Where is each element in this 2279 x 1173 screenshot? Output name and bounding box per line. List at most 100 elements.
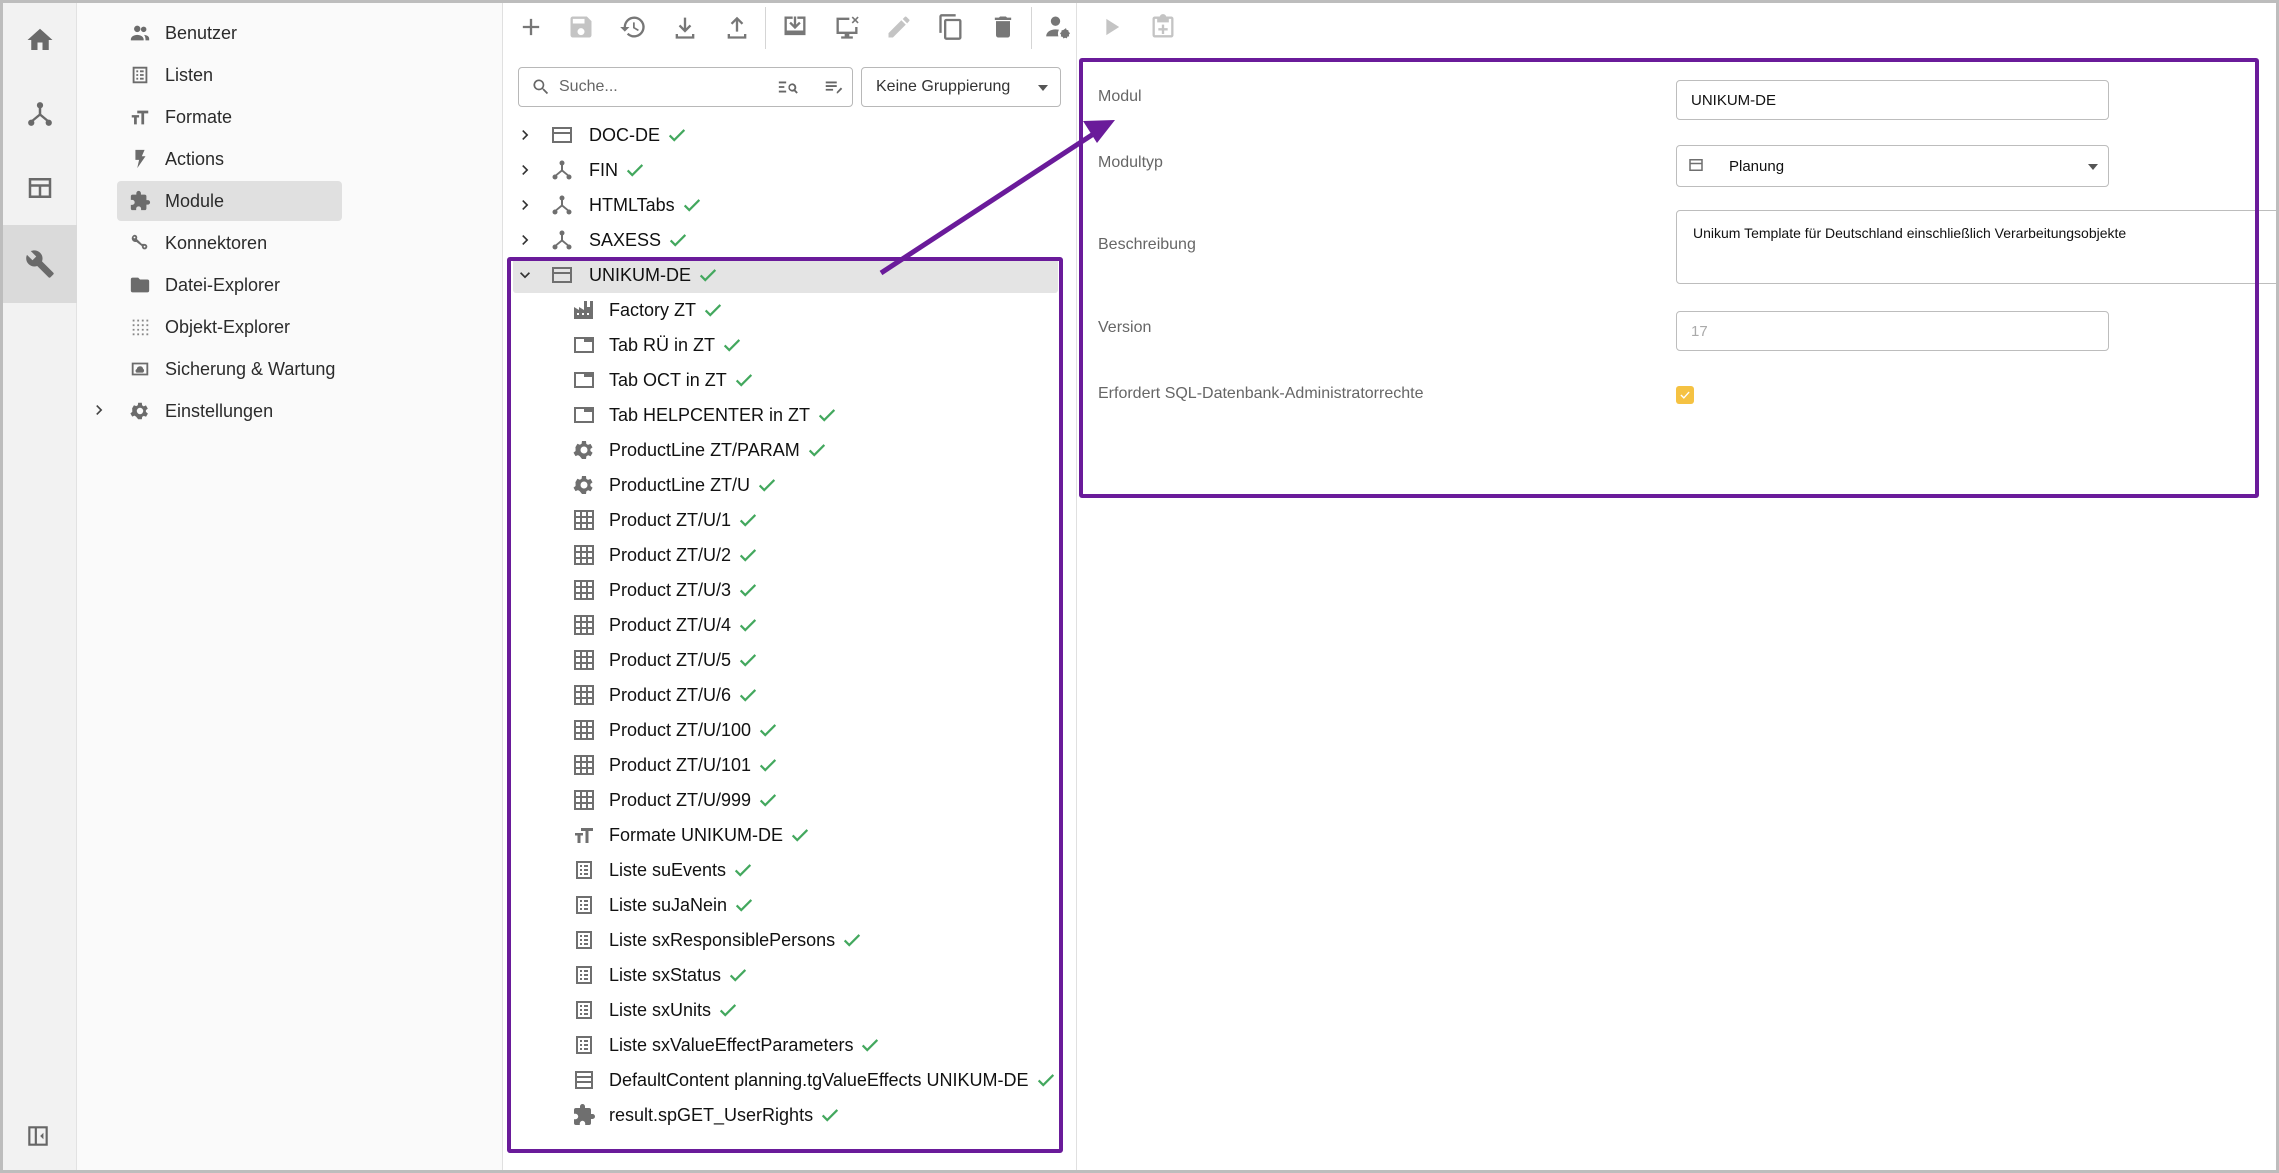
search-icon [531,77,551,97]
hierarchy-icon [28,102,52,126]
hierarchy-button[interactable] [3,77,77,151]
check-icon [666,124,688,146]
upload-icon [727,16,747,39]
grouping-select[interactable]: Keine Gruppierung [861,67,1061,107]
hierarchy-icon [549,192,575,218]
monitor-off-icon [836,16,859,39]
app-rail [3,3,77,1170]
restore-icon [620,16,645,38]
copy-icon [939,14,962,40]
nav-item-label: Einstellungen [165,400,274,421]
collapse-sidebar-icon [28,1126,48,1146]
trash-icon [994,16,1012,38]
add-button[interactable] [511,9,551,45]
nav-item-objekt-explorer[interactable]: Objekt-Explorer [117,307,342,347]
tree-node[interactable]: HTMLTabs [513,188,703,223]
chevron-right-icon[interactable] [513,158,537,182]
import-button[interactable] [665,9,705,45]
admin-button[interactable] [3,225,77,303]
nav-item-label: Datei-Explorer [165,274,281,295]
search-filter-button[interactable] [777,76,801,100]
check-icon [667,229,689,251]
window-icon [549,122,575,148]
nav-item-einstellungen[interactable]: Einstellungen [96,391,342,431]
hierarchy-icon [549,157,575,183]
nav-item-formate[interactable]: Formate [117,97,342,137]
collapse-sidebar-button[interactable] [25,1123,55,1153]
form-highlight-box [1079,58,2259,498]
search-input[interactable] [559,78,759,96]
save-icon [570,16,592,38]
folder-icon [125,270,155,300]
text-format-icon [125,102,155,132]
grouping-value: Keine Gruppierung [876,78,1011,95]
chevron-right-icon[interactable] [513,228,537,252]
delete-button[interactable] [983,9,1023,45]
tree-node[interactable]: FIN [513,153,646,188]
nav-item-listen[interactable]: Listen [117,55,342,95]
edit-list-icon [825,81,843,94]
nav-item-label: Actions [165,148,225,169]
app-window: Benutzer Listen Formate Actions Module Konnek… [0,0,2279,1173]
bolt-icon [125,144,155,174]
search-options-button[interactable] [823,76,847,100]
tree-node[interactable]: SAXESS [513,223,689,258]
hierarchy-icon [549,227,575,253]
window-button[interactable] [3,151,77,225]
tree-highlight-box [507,257,1063,1153]
copy-button[interactable] [931,9,971,45]
nav-item-konnektoren[interactable]: Konnektoren [117,223,342,263]
wrench-icon [26,250,54,278]
pencil-icon [888,16,910,38]
chevron-right-icon[interactable] [513,193,537,217]
run-button[interactable] [1091,9,1131,45]
deploy-button[interactable] [775,9,815,45]
nav-item-label: Listen [165,64,214,85]
nav-item-module[interactable]: Module [117,181,342,221]
export-button[interactable] [717,9,757,45]
restore-button[interactable] [613,9,653,45]
backup-icon [125,354,155,384]
toolbar-separator [765,7,766,49]
home-button[interactable] [3,3,77,77]
chevron-right-icon[interactable] [89,400,109,420]
save-button[interactable] [561,9,601,45]
search-list-icon [778,81,798,94]
nav-item-datei-explorer[interactable]: Datei-Explorer [117,265,342,305]
nav-item-sicherung-wartung[interactable]: Sicherung & Wartung [117,349,342,389]
nav-item-label: Benutzer [165,22,238,43]
dots-grid-icon [125,312,155,342]
edit-button[interactable] [879,9,919,45]
tree-node-label: SAXESS [589,229,662,250]
toolbar [503,3,2276,53]
gear-icon [125,396,155,426]
nav-item-label: Module [165,190,225,211]
clipboard-icon [1152,14,1174,38]
plus-icon [522,18,540,36]
chevron-right-icon[interactable] [513,123,537,147]
nav-item-label: Sicherung & Wartung [165,358,336,379]
check-icon [681,194,703,216]
home-icon [27,28,53,50]
user-settings-icon [1046,16,1071,39]
users-icon [125,18,155,48]
permissions-button[interactable] [1039,9,1079,45]
tree-node[interactable]: DOC-DE [513,118,688,153]
puzzle-icon [125,186,155,216]
search-field[interactable] [518,67,853,107]
nav-item-label: Konnektoren [165,232,268,253]
chevron-down-icon [1038,85,1048,91]
tree-node-label: FIN [589,159,618,180]
download-tray-icon [784,16,806,36]
list-icon [125,60,155,90]
toolbar-separator [1031,7,1032,49]
undeploy-button[interactable] [827,9,867,45]
panel-divider [1076,3,1077,1170]
nav-item-actions[interactable]: Actions [117,139,342,179]
nav-item-benutzer[interactable]: Benutzer [117,13,342,53]
nav-item-label: Formate [165,106,233,127]
download-icon [675,17,695,39]
tree-node-label: DOC-DE [589,124,660,145]
tree-node-label: HTMLTabs [589,194,675,215]
clipboard-button[interactable] [1143,9,1183,45]
